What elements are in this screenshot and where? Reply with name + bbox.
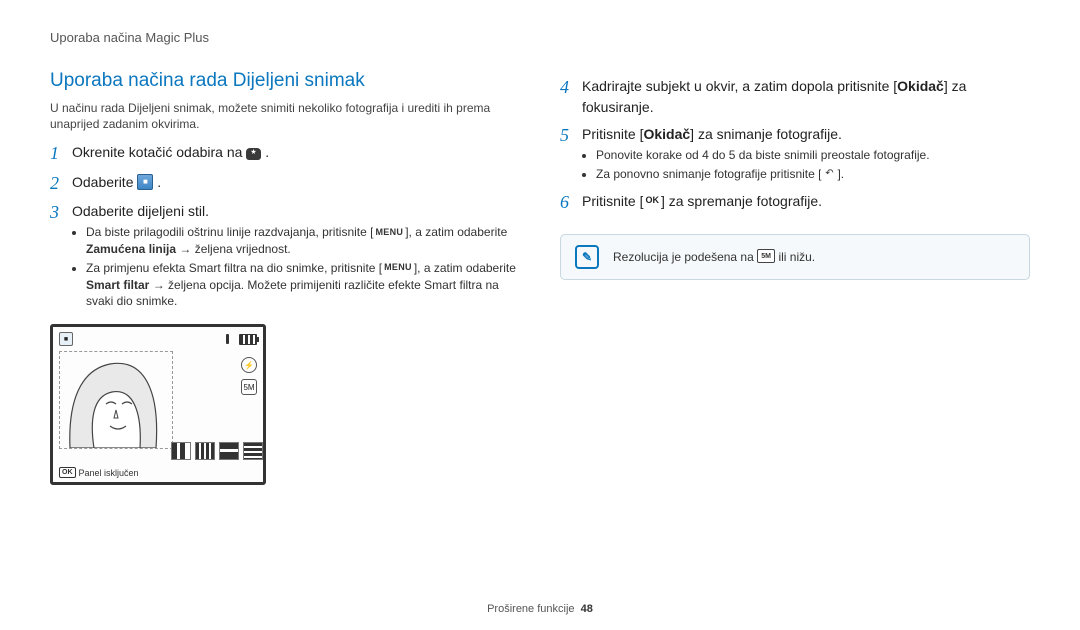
back-button-icon: ↶	[821, 167, 837, 180]
mode-indicator-icon: ■	[59, 332, 73, 346]
layout-option-icon	[243, 442, 263, 460]
footer-section: Proširene funkcije	[487, 603, 574, 615]
bullet-text: → željena vrijednost.	[176, 242, 291, 256]
battery-icon	[239, 334, 257, 345]
resolution-indicator-icon: 5M	[241, 379, 257, 395]
resolution-5m-icon: 5M	[757, 249, 775, 263]
step-1: 1 Okrenite kotačić odabira na .	[50, 142, 520, 165]
bullet-text: Da biste prilagodili oštrinu linije razd…	[86, 225, 373, 239]
right-column: 4 Kadrirajte subjekt u okvir, a zatim do…	[560, 70, 1030, 485]
note-icon: ✎	[575, 245, 599, 269]
step-bullets: Ponovite korake od 4 do 5 da biste snimi…	[582, 147, 1030, 183]
step-4: 4 Kadrirajte subjekt u okvir, a zatim do…	[560, 76, 1030, 118]
mode-dial-icon	[246, 148, 261, 160]
layout-option-icon	[219, 442, 239, 460]
step-3: 3 Odaberite dijeljeni stil. Da biste pri…	[50, 201, 520, 312]
step-number: 4	[560, 76, 582, 99]
step-text: Pritisnite [	[582, 126, 643, 142]
step-text: ] za snimanje fotografije.	[690, 126, 842, 142]
flash-indicator-icon: ⚡	[241, 357, 257, 373]
step-bullets: Da biste prilagodili oštrinu linije razd…	[72, 224, 520, 310]
bullet-text: ].	[837, 167, 844, 181]
layout-option-icon	[195, 442, 215, 460]
lcd-preview: ■ ⚡ 5M	[50, 324, 266, 485]
split-mode-icon: ■	[137, 174, 153, 190]
bullet-text: Za primjenu efekta Smart filtra na dio s…	[86, 261, 382, 275]
step-text: Odaberite dijeljeni stil.	[72, 203, 209, 219]
bullet-text: ], a zatim odaberite	[414, 261, 516, 275]
note-text: Rezolucija je podešena na	[613, 250, 757, 264]
page-number: 48	[581, 603, 593, 615]
step-5: 5 Pritisnite [Okidač] za snimanje fotogr…	[560, 124, 1030, 185]
step-text: .	[157, 174, 161, 190]
note-text: ili nižu.	[775, 250, 815, 264]
page-footer: Proširene funkcije 48	[0, 603, 1080, 615]
menu-button-icon: MENU	[373, 225, 405, 238]
step-text: Odaberite	[72, 174, 137, 190]
running-header: Uporaba načina Magic Plus	[50, 30, 1030, 45]
note-box: ✎ Rezolucija je podešena na 5M ili nižu.	[560, 234, 1030, 280]
bullet-text: Ponovite korake od 4 do 5 da biste snimi…	[596, 147, 1030, 164]
bullet-text: Za ponovno snimanje fotografije pritisni…	[596, 167, 821, 181]
step-number: 3	[50, 201, 72, 224]
step-text: Kadrirajte subjekt u okvir, a zatim dopo…	[582, 78, 897, 94]
shutter-label: Okidač	[897, 78, 944, 94]
step-text: ] za spremanje fotografije.	[661, 193, 822, 209]
option-name: Smart filtar	[86, 278, 149, 292]
step-2: 2 Odaberite ■ .	[50, 172, 520, 195]
face-illustration	[60, 352, 172, 448]
section-intro: U načinu rada Dijeljeni snimak, možete s…	[50, 100, 520, 132]
ok-button-icon: OK	[59, 467, 76, 478]
section-title: Uporaba načina rada Dijeljeni snimak	[50, 70, 520, 92]
step-text: .	[265, 144, 269, 160]
step-number: 6	[560, 191, 582, 214]
step-number: 1	[50, 142, 72, 165]
split-frame	[59, 351, 173, 449]
left-column: Uporaba načina rada Dijeljeni snimak U n…	[50, 70, 520, 485]
bullet-text: ], a zatim odaberite	[405, 225, 507, 239]
step-6: 6 Pritisnite [OK] za spremanje fotografi…	[560, 191, 1030, 214]
step-number: 5	[560, 124, 582, 147]
shutter-label: Okidač	[643, 126, 690, 142]
menu-button-icon: MENU	[382, 261, 414, 274]
step-text: Pritisnite [	[582, 193, 643, 209]
panel-label: Panel isključen	[79, 468, 139, 478]
option-name: Zamućena linija	[86, 242, 176, 256]
rec-indicator-icon	[226, 334, 229, 344]
step-number: 2	[50, 172, 72, 195]
layout-thumbnails	[171, 442, 263, 460]
ok-button-icon: OK	[643, 194, 661, 207]
layout-option-icon	[171, 442, 191, 460]
step-text: Okrenite kotačić odabira na	[72, 144, 246, 160]
